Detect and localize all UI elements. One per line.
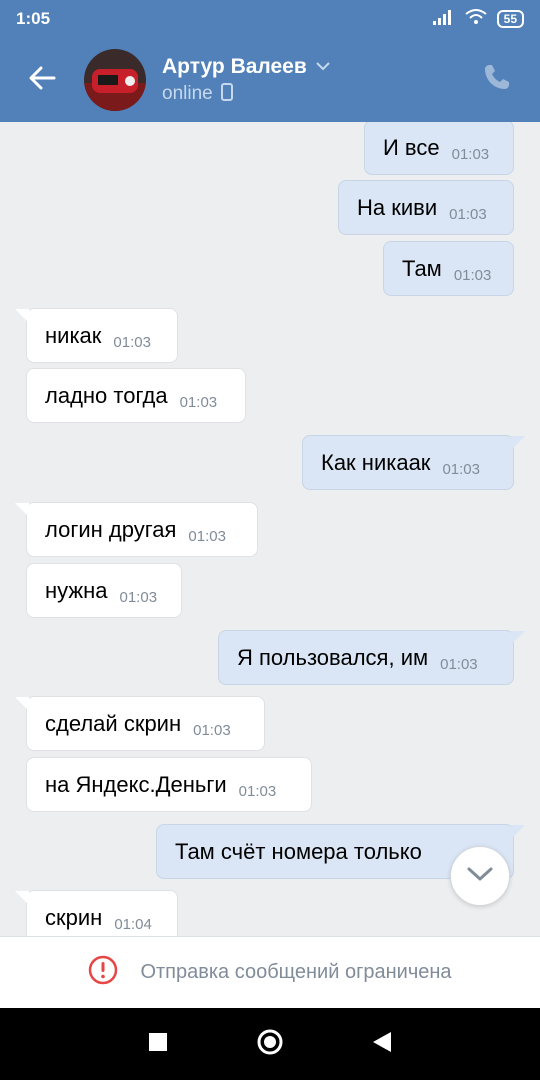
message-time: 01:03 [453,267,492,284]
toolbar: Артур Валеев online [0,38,540,122]
message-time: 01:03 [238,783,277,800]
message-time: 01:03 [179,394,218,411]
phone-icon [482,65,512,96]
chat-title[interactable]: Артур Валеев online [162,55,331,106]
bubble-tail [15,697,29,711]
message-time: 01:03 [188,528,226,545]
chevron-down-icon [466,865,494,888]
status-bar: 1:05 55 [0,0,540,38]
signal-icon [432,9,455,30]
message-bubble-in[interactable]: ладно тогда 01:03 [26,368,246,423]
scroll-down-button[interactable] [450,846,510,906]
avatar[interactable] [84,49,146,111]
message-time: 01:03 [193,722,231,739]
message-time: 01:04 [114,916,152,933]
message-bubble-in[interactable]: нужна 01:03 [26,563,182,618]
restricted-text: Отправка сообщений ограничена [140,961,452,983]
message-bubble-in[interactable]: сделай скрин 01:03 [15,696,265,751]
bubble-tail [511,825,525,839]
message-bubble-out[interactable]: На киви 01:03 [338,180,514,235]
message-bubble-out[interactable]: И все 01:03 [364,122,514,175]
message-bubble-out[interactable]: Как никаак 01:03 [302,435,525,490]
recents-button[interactable] [148,1032,168,1057]
warning-icon [88,955,118,990]
message-bubble-out[interactable]: Я пользовался, им 01:03 [218,630,525,685]
message-text: Как никаак [321,449,431,475]
presence-status: online [162,83,213,104]
message-bubble-in[interactable]: логин другая 01:03 [15,502,258,557]
message-time: 01:03 [449,206,487,223]
message-bubble-in[interactable]: скрин 01:04 [15,890,178,936]
chevron-down-icon [315,58,331,76]
message-text: Я пользовался, им [237,644,429,670]
back-nav-button[interactable] [372,1031,392,1058]
wifi-icon [465,8,487,30]
message-time: 01:03 [440,656,478,673]
call-button[interactable] [482,62,518,98]
message-text: Там [402,255,442,281]
messaging-restricted-bar: Отправка сообщений ограничена [0,936,540,1008]
message-time: 01:03 [113,334,151,351]
message-bubble-in[interactable]: на Яндекс.Деньги 01:03 [26,757,312,812]
contact-name: Артур Валеев [162,54,307,78]
mobile-device-icon [220,82,233,106]
message-text: логин другая [45,516,177,542]
message-text: На киви [357,194,438,220]
message-time: 01:03 [442,461,480,478]
message-text: никак [45,322,102,348]
message-text: И все [383,134,440,160]
message-text: Там счёт номера только [175,838,422,864]
message-time: 01:03 [451,146,490,163]
home-button[interactable] [256,1028,284,1061]
app-header: 1:05 55 Артур Валеев online [0,0,540,122]
battery-icon: 55 [496,10,524,28]
message-text: сделай скрин [45,710,182,736]
status-time: 1:05 [16,9,51,28]
bubble-tail [15,309,29,323]
message-text: на Яндекс.Деньги [45,771,227,797]
message-bubble-out[interactable]: Там 01:03 [383,241,514,296]
message-list[interactable]: И все 01:03 На киви 01:03 Там 01:03 никак 01:03… [0,122,540,936]
status-icons: 55 [432,8,524,30]
bubble-tail [15,503,29,517]
bubble-tail [15,891,29,905]
message-time: 01:03 [119,589,158,606]
message-text: ладно тогда [45,382,168,408]
message-text: скрин [45,904,103,930]
message-bubble-in[interactable]: никак 01:03 [15,308,178,363]
android-nav-bar [0,1008,540,1080]
back-button[interactable] [0,38,84,122]
bubble-tail [511,436,525,450]
bubble-tail [511,631,525,645]
message-text: нужна [45,577,108,603]
back-arrow-icon [28,64,56,97]
